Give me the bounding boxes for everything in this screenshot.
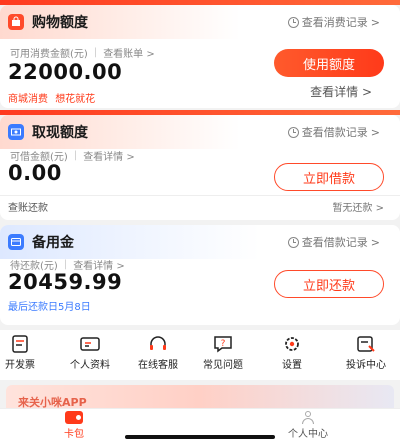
card-sub-row: 可用消费金额(元) | 查看账单 > xyxy=(10,45,155,60)
card-title: 购物额度 xyxy=(32,15,88,31)
note-spend: 想花就花 xyxy=(55,94,96,105)
view-details-link[interactable]: 查看详情 > xyxy=(310,83,372,100)
question-icon: ? xyxy=(212,334,234,354)
shortcut-settings[interactable]: 设置 xyxy=(262,330,322,371)
home-indicator xyxy=(125,435,275,439)
tab-wallet[interactable]: 卡包 xyxy=(34,411,114,440)
use-credit-button[interactable]: 使用额度 xyxy=(274,49,384,77)
reserve-fund-icon xyxy=(8,234,24,250)
complaint-icon xyxy=(355,334,377,354)
last-repay-date: 最后还款日5月8日 xyxy=(8,302,91,313)
cash-credit-card: 取现额度 查看借款记录 > 可借金额(元) | 查看详情 > 0.00 立即借款 … xyxy=(0,115,400,220)
shortcut-online-service[interactable]: 在线客服 xyxy=(128,330,188,371)
card-title: 备用金 xyxy=(32,235,74,251)
bag-icon xyxy=(8,14,24,30)
shortcut-complaint[interactable]: 投诉中心 xyxy=(336,330,396,371)
shortcut-row: 开发票 个人资料 在线客服 ? 常见问题 设置 投诉中心 xyxy=(0,330,400,380)
borrow-now-button[interactable]: 立即借款 xyxy=(274,163,384,191)
shopping-credit-card: 购物额度 查看消费记录 > 可用消费金额(元) | 查看账单 > 22000.00… xyxy=(0,5,400,108)
tab-profile[interactable]: 个人中心 xyxy=(268,411,348,440)
note-mall: 商城消费 xyxy=(8,94,48,105)
bottom-tab-bar: 卡包 个人中心 xyxy=(0,408,400,443)
wallet-icon xyxy=(65,411,83,424)
view-loan-records-link[interactable]: 查看借款记录 > xyxy=(287,124,380,140)
clock-icon xyxy=(287,236,299,248)
reserve-fund-header: 备用金 查看借款记录 > xyxy=(0,225,400,259)
view-bill-link[interactable]: 查看账单 > xyxy=(103,45,155,60)
view-consumption-records-link[interactable]: 查看消费记录 > xyxy=(287,14,380,30)
clock-icon xyxy=(287,126,299,138)
pending-repayment-amount: 20459.99 xyxy=(8,270,123,294)
check-repay-link[interactable]: 查账还款 xyxy=(8,199,48,214)
cash-credit-header: 取现额度 查看借款记录 > xyxy=(0,115,400,149)
view-loan-records-link[interactable]: 查看借款记录 > xyxy=(287,234,380,250)
shortcut-faq[interactable]: ? 常见问题 xyxy=(193,330,253,371)
shortcut-profile[interactable]: 个人资料 xyxy=(60,330,120,371)
shopping-credit-header: 购物额度 查看消费记录 > xyxy=(0,5,400,39)
cash-icon xyxy=(8,124,24,140)
card-title: 取现额度 xyxy=(32,125,88,141)
repay-now-button[interactable]: 立即还款 xyxy=(274,270,384,298)
borrowable-amount: 0.00 xyxy=(8,161,62,185)
view-details-link[interactable]: 查看详情 > xyxy=(83,148,135,163)
available-amount: 22000.00 xyxy=(8,60,123,84)
clock-icon xyxy=(287,16,299,28)
gear-icon xyxy=(281,334,303,354)
divider xyxy=(0,195,400,196)
user-icon xyxy=(301,411,315,424)
available-amount-label: 可用消费金额(元) xyxy=(10,49,88,60)
reserve-fund-card: 备用金 查看借款记录 > 待还款(元) | 查看详情 > 20459.99 最后还… xyxy=(0,225,400,325)
invoice-icon xyxy=(9,334,31,354)
note-row: 商城消费 想花就花 xyxy=(8,90,95,105)
no-repayment-link[interactable]: 暂无还款 > xyxy=(332,199,384,214)
shortcut-invoice[interactable]: 开发票 xyxy=(0,330,50,371)
id-card-icon xyxy=(79,334,101,354)
headset-icon xyxy=(147,334,169,354)
svg-text:?: ? xyxy=(221,339,226,349)
